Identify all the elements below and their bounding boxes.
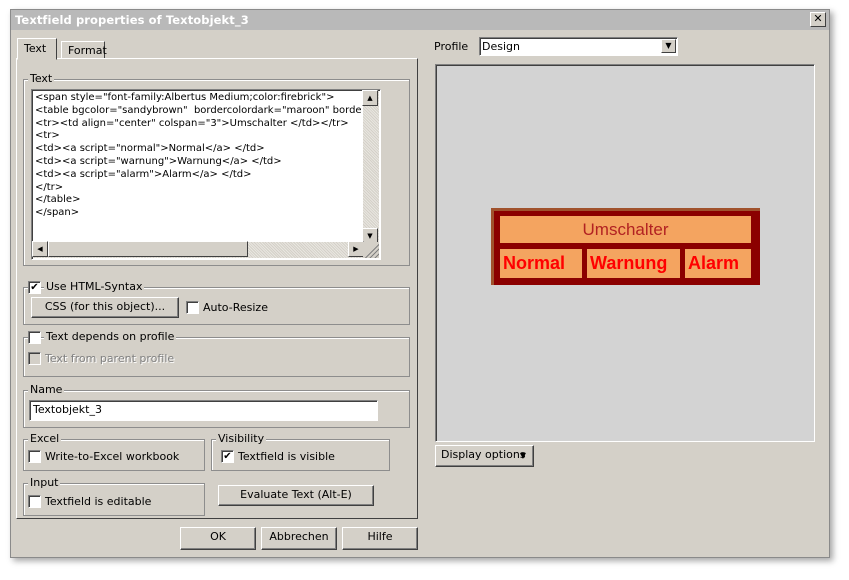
ok-button[interactable]: OK <box>180 527 256 550</box>
code-line: <tr> <box>35 130 60 142</box>
check-icon: ✔ <box>223 451 232 462</box>
use-html-syntax-checkbox[interactable]: ✔ <box>28 281 41 294</box>
profile-dependency-group: Text depends on profile Text from parent… <box>23 330 410 377</box>
profile-label: Profile <box>434 40 469 53</box>
preview-area: Umschalter Normal Warnung Alarm <box>435 64 815 442</box>
auto-resize-label: Auto-Resize <box>203 301 268 314</box>
code-line: <tr><td align="center" colspan="3">Umsch… <box>35 117 349 129</box>
evaluate-text-button[interactable]: Evaluate Text (Alt-E) <box>218 485 374 506</box>
name-input-value: Textobjekt_3 <box>33 403 102 416</box>
text-group: Text <span style="font-family:Albertus M… <box>23 72 410 266</box>
close-button[interactable]: ✕ <box>810 12 826 27</box>
tab-text-label: Text <box>24 42 47 55</box>
scroll-left-icon[interactable]: ◀ <box>32 241 48 257</box>
horizontal-scroll-thumb[interactable] <box>48 241 248 257</box>
code-line: </span> <box>35 207 80 219</box>
display-options-label: Display options <box>441 448 526 461</box>
preview-table: Umschalter Normal Warnung Alarm <box>491 208 760 285</box>
input-group: Input Textfield is editable <box>23 476 205 516</box>
profile-select[interactable]: Design ▼ <box>479 37 678 56</box>
close-icon: ✕ <box>813 12 823 25</box>
text-from-parent-checkbox <box>28 352 41 365</box>
cancel-button-label: Abbrechen <box>269 530 329 543</box>
css-button[interactable]: CSS (for this object)... <box>31 297 179 318</box>
code-line: <td><a script="alarm">Alarm</a> </td> <box>35 168 252 180</box>
code-line: <span style="font-family:Albertus Medium… <box>35 92 335 103</box>
title-bar: Textfield properties of Textobjekt_3 <box>11 10 829 30</box>
textfield-visible-label: Textfield is visible <box>238 450 335 463</box>
tab-text[interactable]: Text <box>17 38 57 60</box>
tab-format-label: Format <box>68 44 107 57</box>
css-button-label: CSS (for this object)... <box>44 300 166 313</box>
help-button-label: Hilfe <box>367 530 393 543</box>
properties-dialog: Textfield properties of Textobjekt_3 ✕ T… <box>10 9 830 558</box>
name-group-title: Name <box>28 383 65 397</box>
scroll-right-icon[interactable]: ▶ <box>348 241 364 257</box>
window-title: Textfield properties of Textobjekt_3 <box>15 13 249 27</box>
preview-alarm-cell[interactable]: Alarm <box>684 248 752 279</box>
visibility-group: Visibility ✔ Textfield is visible <box>211 432 390 471</box>
ok-button-label: OK <box>210 530 226 543</box>
excel-group: Excel Write-to-Excel workbook <box>23 432 205 471</box>
preview-warnung-cell[interactable]: Warnung <box>586 248 681 279</box>
cancel-button[interactable]: Abbrechen <box>261 527 337 550</box>
preview-normal-cell[interactable]: Normal <box>499 248 583 279</box>
visibility-group-title: Visibility <box>216 432 267 446</box>
text-group-title: Text <box>28 72 55 86</box>
textfield-visible-checkbox[interactable]: ✔ <box>221 450 234 463</box>
profile-select-value: Design <box>482 40 520 53</box>
html-text-editor[interactable]: <span style="font-family:Albertus Medium… <box>31 89 381 260</box>
textfield-editable-label: Textfield is editable <box>45 495 152 508</box>
text-from-parent-label: Text from parent profile <box>45 352 175 365</box>
help-button[interactable]: Hilfe <box>342 527 418 550</box>
code-line: </tr> <box>35 181 64 193</box>
auto-resize-checkbox[interactable] <box>186 301 199 314</box>
use-html-syntax-label: Use HTML-Syntax <box>44 280 145 294</box>
text-tab-panel: Text <span style="font-family:Albertus M… <box>16 58 418 519</box>
evaluate-text-label: Evaluate Text (Alt-E) <box>240 488 352 501</box>
write-to-excel-label: Write-to-Excel workbook <box>45 450 180 463</box>
code-lines: <span style="font-family:Albertus Medium… <box>35 92 361 242</box>
write-to-excel-checkbox[interactable] <box>28 450 41 463</box>
text-depends-on-profile-label: Text depends on profile <box>44 330 177 344</box>
text-depends-on-profile-checkbox[interactable] <box>28 331 41 344</box>
code-line: <td><a script="warnung">Warnung</a> </td… <box>35 155 282 167</box>
input-group-title: Input <box>28 476 61 490</box>
code-line: <table bgcolor="sandybrown" bordercolord… <box>35 104 361 116</box>
check-icon: ✔ <box>30 282 39 293</box>
html-syntax-group: ✔ Use HTML-Syntax CSS (for this object).… <box>23 280 410 325</box>
vertical-scrollbar[interactable]: ▲ ▼ <box>362 90 379 244</box>
resize-grip-icon[interactable] <box>363 242 379 258</box>
preview-header-cell: Umschalter <box>499 215 752 244</box>
name-input[interactable]: Textobjekt_3 <box>29 400 378 421</box>
chevron-down-icon: ▼ <box>519 451 526 460</box>
horizontal-scrollbar[interactable]: ◀ ▶ <box>32 241 364 258</box>
code-line: </table> <box>35 194 81 206</box>
display-options-button[interactable]: Display options ▼ <box>435 445 534 467</box>
tab-format[interactable]: Format <box>61 41 107 59</box>
name-group: Name Textobjekt_3 <box>23 383 410 428</box>
code-line: <td><a script="normal">Normal</a> </td> <box>35 143 265 155</box>
chevron-down-icon[interactable]: ▼ <box>661 39 676 53</box>
excel-group-title: Excel <box>28 432 62 446</box>
textfield-editable-checkbox[interactable] <box>28 495 41 508</box>
scroll-up-icon[interactable]: ▲ <box>362 90 378 106</box>
